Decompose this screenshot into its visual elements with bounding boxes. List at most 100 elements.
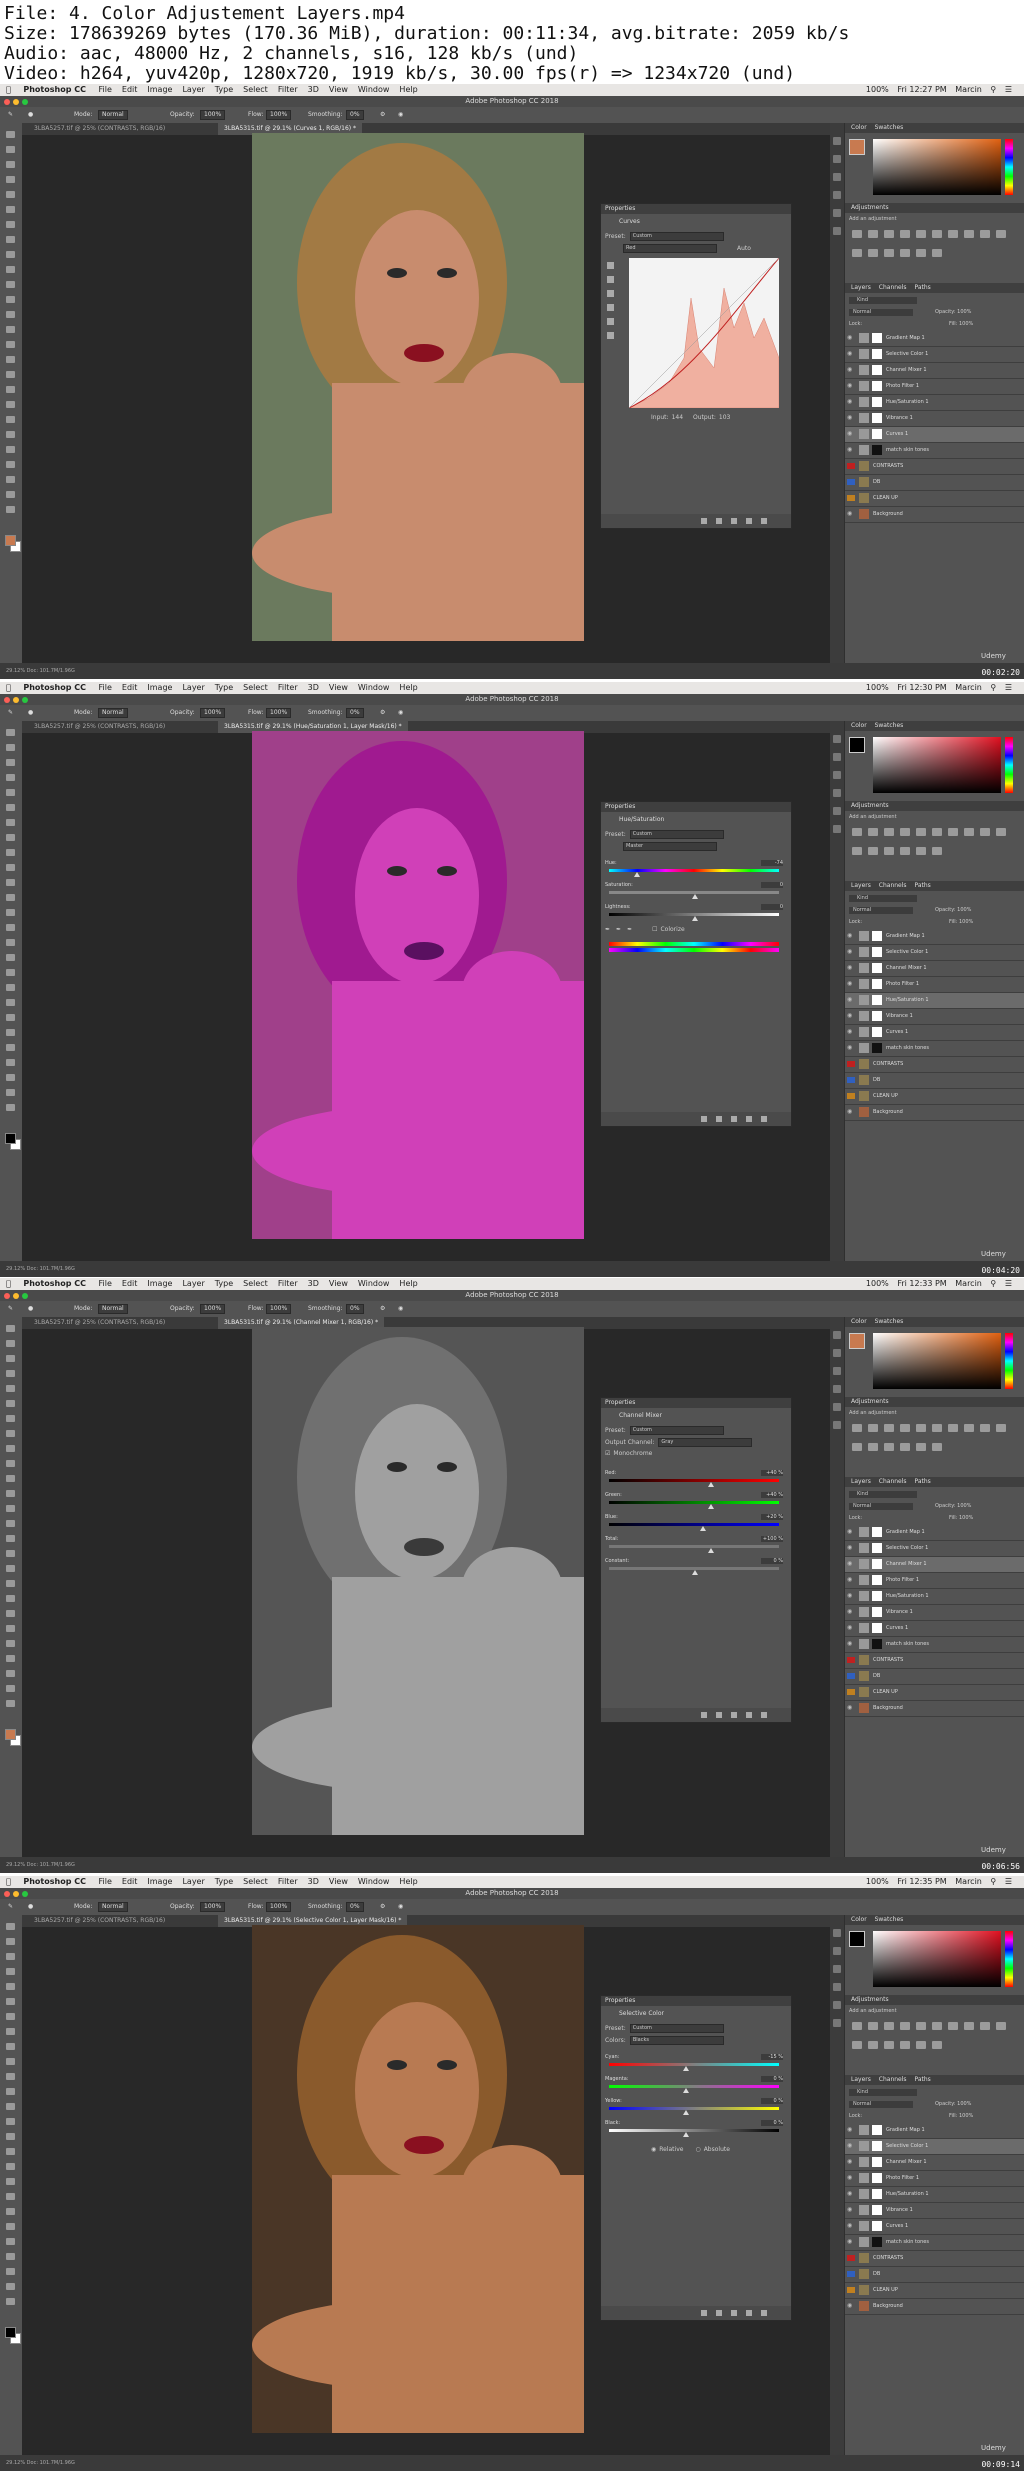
tool-icon[interactable] <box>6 311 15 318</box>
menu-file[interactable]: File <box>99 1876 112 1888</box>
slider-track[interactable] <box>609 1501 779 1509</box>
panel-toggle-icon[interactable] <box>833 825 841 833</box>
tool-icon[interactable] <box>6 954 15 961</box>
eye-icon[interactable]: ◉ <box>847 997 855 1003</box>
eye-icon[interactable]: ◉ <box>847 1545 855 1551</box>
hue-slider[interactable] <box>1005 1931 1013 1987</box>
eye-icon[interactable]: ◉ <box>847 415 855 421</box>
tool-icon[interactable] <box>6 1505 15 1512</box>
document-canvas[interactable]: Properties Selective Color Preset: Custom C… <box>22 1925 830 2455</box>
tool-icon[interactable] <box>6 984 15 991</box>
reset-icon[interactable] <box>731 1116 737 1122</box>
layer-row[interactable]: ◉ Background <box>845 507 1024 523</box>
fg-bg-swatch[interactable] <box>849 737 865 753</box>
visibility-icon[interactable] <box>746 1712 752 1718</box>
tool-icon[interactable] <box>6 2178 15 2185</box>
tool-icon[interactable] <box>6 1104 15 1111</box>
slider-track[interactable] <box>609 1479 779 1487</box>
layer-fill[interactable]: Fill: 100% <box>949 919 973 925</box>
preset-select[interactable]: Custom <box>629 232 724 241</box>
layer-row[interactable]: ◉ Gradient Map 1 <box>845 929 1024 945</box>
colorize-checkbox[interactable]: ☐ <box>652 926 657 933</box>
adjustment-icon[interactable] <box>852 847 862 855</box>
tool-icon[interactable] <box>6 819 15 826</box>
tab-adjustments[interactable]: Adjustments <box>851 1996 889 2003</box>
foreground-color-swatch[interactable] <box>5 1133 16 1144</box>
tool-icon[interactable] <box>6 2103 15 2110</box>
blend-mode-select[interactable]: Normal <box>849 907 913 914</box>
slider-knob[interactable] <box>691 1570 698 1575</box>
tab-color[interactable]: Color <box>851 1318 867 1325</box>
minimize-icon[interactable] <box>13 1293 19 1299</box>
layer-row[interactable]: ◉ Background <box>845 1105 1024 1121</box>
tool-icon[interactable] <box>6 476 15 483</box>
tool-icon[interactable] <box>6 2028 15 2035</box>
absolute-radio[interactable]: ○ <box>695 2146 700 2153</box>
zoom-icon[interactable] <box>22 99 28 105</box>
adjustment-icon[interactable] <box>852 1443 862 1451</box>
clip-to-layer-icon[interactable] <box>701 1116 707 1122</box>
layer-row[interactable]: ◉ Gradient Map 1 <box>845 2123 1024 2139</box>
mode-select[interactable]: Normal <box>98 1901 128 1912</box>
adjustment-icon[interactable] <box>852 230 862 238</box>
input-value[interactable]: 144 <box>672 414 683 421</box>
layer-fill[interactable]: Fill: 100% <box>949 2113 973 2119</box>
brush-size-icon[interactable]: ● <box>28 1301 33 1317</box>
eye-icon[interactable] <box>847 1657 855 1663</box>
eye-icon[interactable]: ◉ <box>847 1029 855 1035</box>
adjustment-icon[interactable] <box>948 230 958 238</box>
tab-swatches[interactable]: Swatches <box>875 1318 904 1325</box>
adjustment-icon[interactable] <box>852 1424 862 1432</box>
eye-icon[interactable] <box>847 1077 855 1083</box>
layer-row[interactable]: ◉ Selective Color 1 <box>845 945 1024 961</box>
trash-icon[interactable] <box>761 518 767 524</box>
eye-icon[interactable]: ◉ <box>847 383 855 389</box>
brush-tool-icon[interactable]: ✎ <box>8 705 13 721</box>
tool-icon[interactable] <box>6 446 15 453</box>
mode-select[interactable]: Normal <box>98 109 128 120</box>
close-icon[interactable] <box>4 1293 10 1299</box>
slider-knob[interactable] <box>699 1526 706 1531</box>
menu-filter[interactable]: Filter <box>278 1278 298 1290</box>
menu-select[interactable]: Select <box>243 1278 268 1290</box>
settings-gear-icon[interactable]: ⚙ <box>380 705 385 721</box>
panel-toggle-icon[interactable] <box>833 807 841 815</box>
tab-layers[interactable]: Layers <box>851 284 871 291</box>
slider-knob[interactable] <box>683 2110 690 2115</box>
slider-value[interactable]: 0 <box>761 904 783 910</box>
menu-3d[interactable]: 3D <box>308 1278 319 1290</box>
adjustment-icon[interactable] <box>932 230 942 238</box>
menu-select[interactable]: Select <box>243 682 268 694</box>
view-previous-icon[interactable] <box>716 518 722 524</box>
color-picker-field[interactable] <box>873 737 1001 793</box>
adjustment-icon[interactable] <box>980 230 990 238</box>
hue-slider[interactable] <box>1005 1333 1013 1389</box>
apple-icon[interactable]:  <box>6 1876 11 1888</box>
eye-icon[interactable] <box>847 1689 855 1695</box>
foreground-color-swatch[interactable] <box>5 2327 16 2338</box>
eye-icon[interactable] <box>847 495 855 501</box>
tool-icon[interactable] <box>6 236 15 243</box>
menu-type[interactable]: Type <box>215 682 233 694</box>
layer-row[interactable]: ◉ Photo Filter 1 <box>845 977 1024 993</box>
adjustment-icon[interactable] <box>948 828 958 836</box>
panel-toggle-icon[interactable] <box>833 1983 841 1991</box>
adjustment-icon[interactable] <box>916 249 926 257</box>
color-picker-field[interactable] <box>873 1931 1001 1987</box>
panel-toggle-icon[interactable] <box>833 1367 841 1375</box>
layer-row[interactable]: ◉ Vibrance 1 <box>845 2203 1024 2219</box>
smoothing-field[interactable]: 0% <box>346 707 364 718</box>
tool-icon[interactable] <box>6 191 15 198</box>
panel-toggle-icon[interactable] <box>833 173 841 181</box>
menu-3d[interactable]: 3D <box>308 682 319 694</box>
tool-icon[interactable] <box>6 2013 15 2020</box>
adjustment-icon[interactable] <box>900 828 910 836</box>
adjustment-icon[interactable] <box>916 2041 926 2049</box>
layer-row[interactable]: CONTRASTS <box>845 459 1024 475</box>
tab-channels[interactable]: Channels <box>879 284 907 291</box>
adjustment-icon[interactable] <box>900 1424 910 1432</box>
eye-icon[interactable]: ◉ <box>847 399 855 405</box>
flow-field[interactable]: 100% <box>266 707 292 718</box>
layer-row[interactable]: ◉ Channel Mixer 1 <box>845 961 1024 977</box>
eye-icon[interactable]: ◉ <box>847 2303 855 2309</box>
